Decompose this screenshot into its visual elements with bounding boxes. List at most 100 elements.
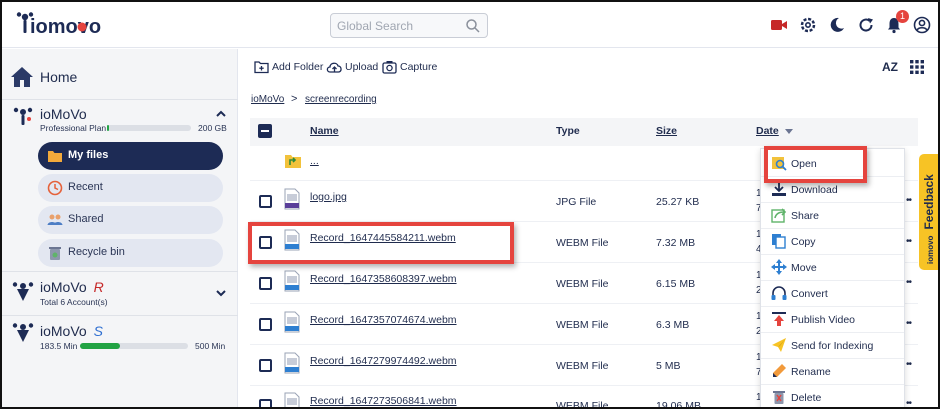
file-table-header: Name Type Size Date — [250, 118, 918, 146]
account-r-name: ioMoVo R — [40, 279, 104, 295]
home-icon — [11, 67, 33, 87]
download-icon — [772, 182, 786, 196]
chevron-up-icon[interactable] — [214, 107, 228, 121]
search-icon[interactable] — [465, 18, 481, 34]
row-checkbox[interactable] — [259, 359, 272, 372]
capture-label: Capture — [400, 61, 438, 73]
menu-item-publish-video[interactable]: Publish Video — [761, 307, 904, 333]
global-search[interactable] — [330, 13, 488, 38]
rename-pencil-icon — [773, 364, 786, 377]
sidebar-item-my-files[interactable]: My files — [38, 142, 223, 170]
row-more-menu[interactable]: •• — [906, 398, 912, 407]
storage-progress-bar — [107, 125, 191, 131]
column-size[interactable]: Size — [656, 125, 677, 137]
sidebar-item-label: Recycle bin — [68, 246, 125, 258]
menu-item-label: Convert — [791, 288, 828, 300]
minutes-progress-bar — [80, 343, 188, 349]
file-name[interactable]: Record_1647358608397.webm — [310, 273, 457, 285]
move-icon — [771, 259, 787, 275]
minutes-progress-fill — [80, 343, 120, 349]
video-file-icon — [284, 270, 300, 292]
row-more-menu[interactable]: •• — [906, 236, 912, 247]
video-file-icon — [284, 352, 300, 374]
delete-trash-icon — [773, 391, 785, 404]
menu-item-rename[interactable]: Rename — [761, 359, 904, 385]
file-type: WEBM File — [556, 319, 609, 331]
menu-item-copy[interactable]: Copy — [761, 229, 904, 255]
file-size: 6.15 MB — [656, 278, 696, 290]
file-name[interactable]: Record_1647273506841.webm — [310, 395, 457, 407]
file-name[interactable]: logo.jpg — [310, 191, 347, 203]
home-label: Home — [40, 69, 78, 85]
row-more-menu[interactable]: •• — [906, 277, 912, 288]
row-more-menu[interactable]: •• — [906, 318, 912, 329]
shared-users-icon — [47, 214, 63, 225]
column-date[interactable]: Date — [756, 125, 779, 137]
folder-icon — [48, 151, 62, 162]
chevron-down-icon[interactable] — [214, 286, 228, 300]
file-type: WEBM File — [556, 237, 609, 249]
menu-item-send-for-indexing[interactable]: Send for Indexing — [761, 333, 904, 359]
file-name[interactable]: Record_1647279974492.webm — [310, 355, 457, 367]
column-name[interactable]: Name — [310, 125, 339, 137]
account-plan: Professional Plan — [40, 123, 107, 133]
parent-folder-label[interactable]: ... — [310, 155, 319, 167]
sidebar-item-label: My files — [68, 149, 109, 161]
sidebar-item-recent[interactable]: Recent — [38, 174, 223, 202]
feedback-tab[interactable]: iomovoFeedback — [919, 154, 938, 270]
breadcrumb-current[interactable]: screenrecording — [305, 94, 377, 105]
video-record-icon[interactable] — [770, 16, 788, 34]
search-input[interactable] — [337, 17, 457, 34]
sidebar-home[interactable]: Home — [10, 66, 210, 88]
menu-item-share[interactable]: Share — [761, 203, 904, 229]
menu-item-delete[interactable]: Delete — [761, 385, 904, 407]
sidebar-divider — [2, 99, 238, 100]
menu-item-move[interactable]: Move — [761, 255, 904, 281]
capture-button[interactable]: Capture — [382, 60, 438, 76]
sidebar-item-label: Shared — [68, 213, 104, 225]
sidebar-item-recycle-bin[interactable]: Recycle bin — [38, 239, 223, 267]
image-file-icon — [284, 188, 300, 210]
grid-view-icon[interactable] — [910, 60, 924, 74]
menu-item-convert[interactable]: Convert — [761, 281, 904, 307]
feedback-label: iomovoFeedback — [922, 174, 936, 264]
row-checkbox[interactable] — [259, 236, 272, 249]
select-all-checkbox[interactable] — [258, 124, 272, 138]
convert-icon — [771, 286, 787, 300]
gear-icon[interactable] — [799, 16, 817, 34]
row-more-menu[interactable]: •• — [906, 195, 912, 206]
user-account-icon[interactable] — [913, 16, 931, 34]
sidebar-item-shared[interactable]: Shared — [38, 206, 223, 234]
iomovo-s-account-icon — [12, 323, 34, 342]
menu-item-download[interactable]: Download — [761, 177, 904, 203]
sort-desc-icon[interactable] — [785, 129, 793, 135]
svg-text:iomovo: iomovo — [30, 16, 101, 38]
menu-item-open[interactable]: Open — [761, 151, 904, 177]
video-file-icon — [284, 229, 300, 251]
file-name[interactable]: Record_1647357074674.webm — [310, 314, 457, 326]
add-folder-button[interactable]: Add Folder — [254, 60, 323, 76]
theme-moon-icon[interactable] — [828, 16, 846, 34]
file-type: WEBM File — [556, 360, 609, 372]
sort-az-icon[interactable]: AZ — [882, 60, 898, 74]
row-checkbox[interactable] — [259, 318, 272, 331]
breadcrumb-root[interactable]: ioMoVo — [251, 94, 284, 105]
context-menu: Open Download Share Copy Move Convert Pu… — [760, 148, 905, 407]
storage-total: 200 GB — [198, 123, 227, 133]
parent-folder-icon — [285, 155, 301, 168]
iomovo-logo[interactable]: iomovo — [16, 11, 126, 41]
row-more-menu[interactable]: •• — [906, 359, 912, 370]
recycle-bin-icon — [49, 247, 61, 260]
share-icon — [771, 208, 787, 223]
account-r-count: Total 6 Account(s) — [40, 297, 108, 307]
refresh-icon[interactable] — [857, 16, 875, 34]
upload-button[interactable]: Upload — [326, 60, 378, 76]
file-size: 19.06 MB — [656, 400, 701, 409]
video-file-icon — [284, 311, 300, 333]
row-checkbox[interactable] — [259, 399, 272, 407]
menu-item-label: Copy — [791, 236, 816, 248]
file-name[interactable]: Record_1647445584211.webm — [310, 232, 456, 244]
row-checkbox[interactable] — [259, 195, 272, 208]
row-checkbox[interactable] — [259, 277, 272, 290]
storage-progress-fill — [107, 125, 109, 131]
